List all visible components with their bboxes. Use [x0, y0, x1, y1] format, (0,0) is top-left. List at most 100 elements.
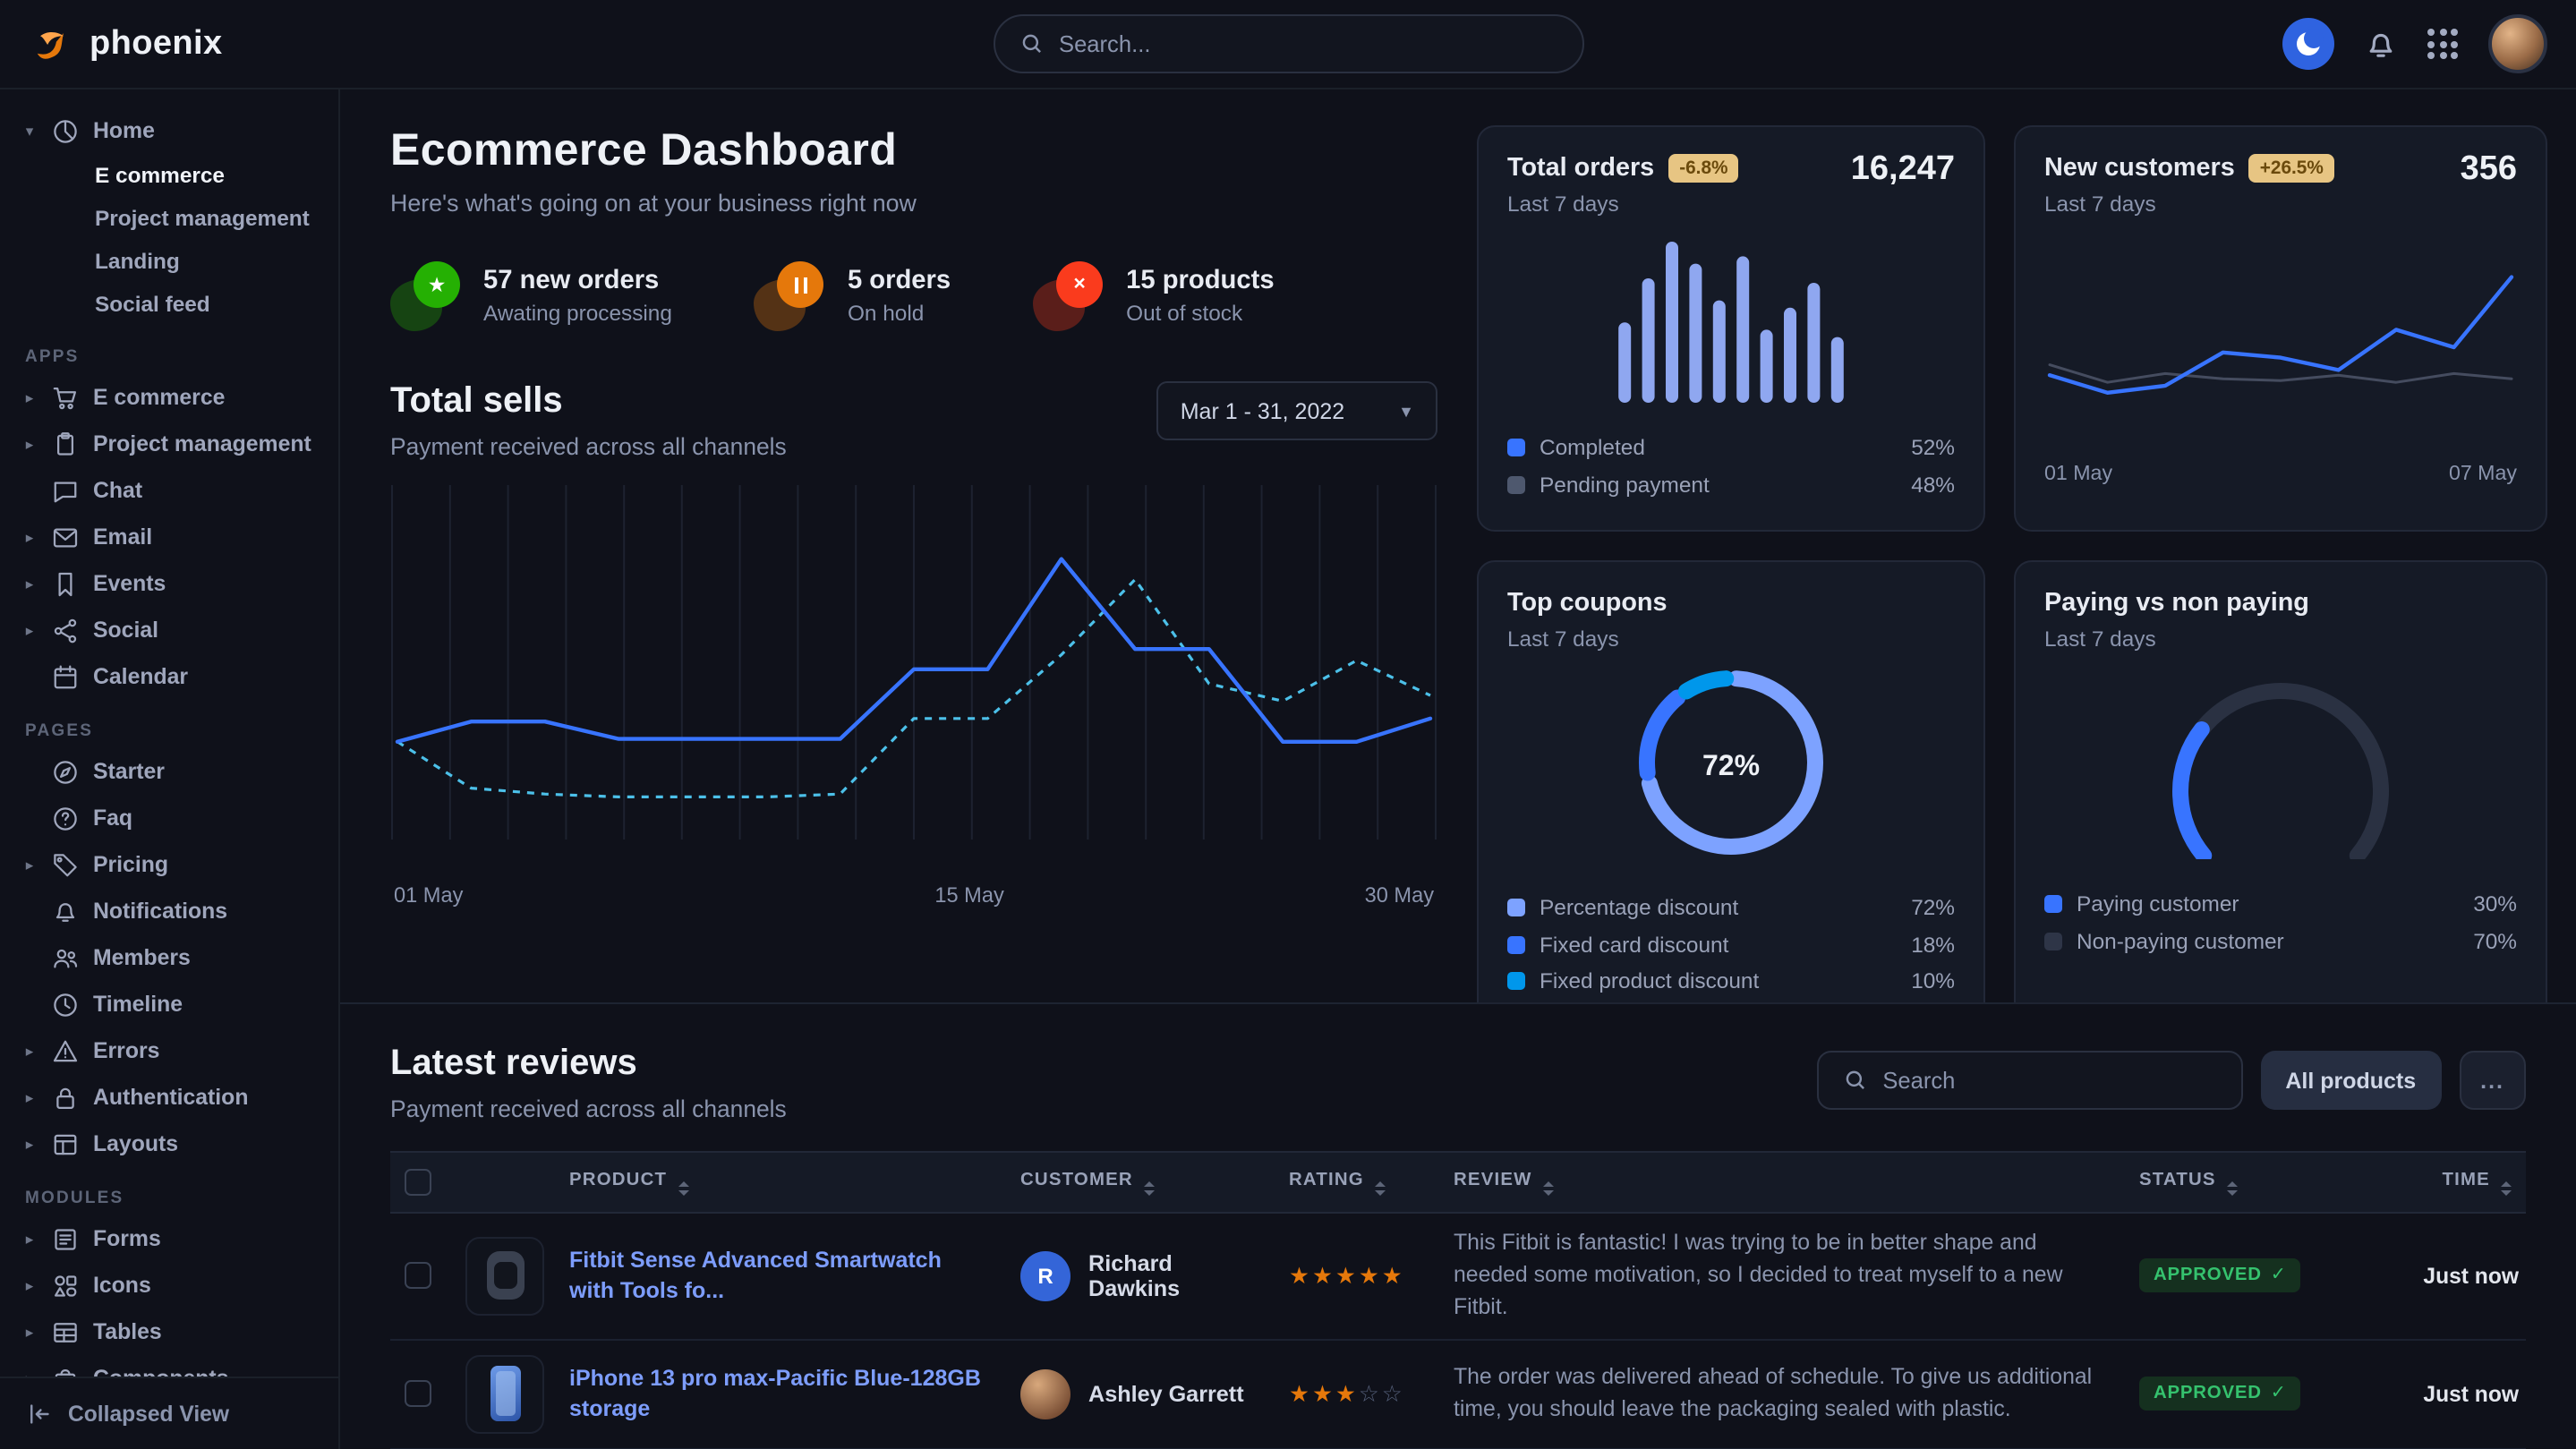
sort-icon: [1375, 1181, 1386, 1195]
x-axis-label: 01 May: [2044, 462, 2112, 485]
card-period: Last 7 days: [2044, 626, 2517, 652]
sidebar-item-authentication[interactable]: ▸Authentication: [21, 1074, 320, 1121]
table-icon: [52, 1318, 79, 1345]
product-link[interactable]: Fitbit Sense Advanced Smartwatch with To…: [569, 1246, 992, 1307]
sidebar-subitem-e-commerce[interactable]: E commerce: [21, 154, 320, 197]
all-products-button[interactable]: All products: [2260, 1051, 2441, 1110]
column-header-review[interactable]: REVIEW: [1439, 1152, 2125, 1213]
paying-gauge-chart: [2128, 652, 2433, 859]
more-options-button[interactable]: ...: [2459, 1051, 2526, 1110]
stat-value: 57 new orders: [483, 266, 672, 294]
sidebar-item-chat[interactable]: Chat: [21, 467, 320, 514]
column-header-status[interactable]: STATUS: [2125, 1152, 2354, 1213]
sidebar-item-faq[interactable]: Faq: [21, 795, 320, 841]
sort-icon: [1144, 1181, 1155, 1195]
column-header-time[interactable]: TIME: [2354, 1152, 2526, 1213]
date-range-select[interactable]: Mar 1 - 31, 2022 ▼: [1157, 381, 1437, 440]
sidebar-item-icons[interactable]: ▸Icons: [21, 1262, 320, 1308]
sidebar-section-apps: APPS: [25, 347, 320, 367]
sidebar-item-members[interactable]: Members: [21, 934, 320, 981]
delta-badge: +26.5%: [2249, 154, 2334, 183]
sidebar-item-label: Tables: [93, 1319, 162, 1344]
reviews-subtitle: Payment received across all channels: [390, 1095, 787, 1122]
paying-card: Paying vs non paying Last 7 days Paying …: [2014, 560, 2547, 1002]
caret-icon: ▸: [21, 574, 38, 593]
sort-icon: [1543, 1181, 1554, 1195]
product-thumbnail[interactable]: [465, 1237, 544, 1316]
select-all-checkbox[interactable]: [405, 1169, 431, 1196]
sidebar-item-email[interactable]: ▸Email: [21, 514, 320, 560]
sidebar-item-timeline[interactable]: Timeline: [21, 981, 320, 1027]
share-icon: [52, 617, 79, 644]
customers-line-chart: [2044, 242, 2517, 442]
sidebar-item-events[interactable]: ▸Events: [21, 560, 320, 607]
reviews-table: PRODUCTCUSTOMERRATINGREVIEWSTATUSTIME Fi…: [390, 1151, 2526, 1449]
sidebar-item-layouts[interactable]: ▸Layouts: [21, 1121, 320, 1167]
product-link[interactable]: iPhone 13 pro max-Pacific Blue-128GB sto…: [569, 1364, 992, 1425]
calendar-icon: [52, 663, 79, 690]
bell-icon: [52, 898, 79, 925]
reviews-search-input[interactable]: [1882, 1067, 2215, 1094]
x-axis-label: 07 May: [2449, 462, 2517, 485]
column-header-product[interactable]: PRODUCT: [555, 1152, 1006, 1213]
x-axis-label: 30 May: [1365, 882, 1434, 908]
collapse-icon: [27, 1402, 52, 1427]
sidebar-item-label: Authentication: [93, 1085, 248, 1110]
rating-stars: ★★★☆☆: [1289, 1380, 1405, 1407]
chevron-down-icon: ▼: [1398, 402, 1414, 420]
user-avatar[interactable]: [2488, 14, 2547, 73]
x-axis-label: 01 May: [394, 882, 463, 908]
sidebar-item-e-commerce[interactable]: ▸E commerce: [21, 374, 320, 421]
stat-value: 5 orders: [848, 266, 951, 294]
sidebar-item-calendar[interactable]: Calendar: [21, 653, 320, 700]
sidebar-item-starter[interactable]: Starter: [21, 748, 320, 795]
alert-icon: [52, 1037, 79, 1064]
row-checkbox[interactable]: [405, 1263, 431, 1290]
app-root: phoenix ▾HomeE com: [0, 0, 2576, 1449]
sidebar-item-label: Calendar: [93, 664, 188, 689]
search-input[interactable]: [1059, 30, 1557, 57]
lock-icon: [52, 1084, 79, 1111]
sidebar-subitem-landing[interactable]: Landing: [21, 240, 320, 283]
reviews-search[interactable]: [1816, 1051, 2242, 1110]
sidebar-item-label: Email: [93, 524, 152, 550]
brand[interactable]: phoenix: [29, 21, 340, 67]
sidebar-item-social[interactable]: ▸Social: [21, 607, 320, 653]
total-sells-title: Total sells: [390, 381, 787, 422]
notifications-bell-icon[interactable]: [2365, 28, 2397, 60]
sidebar-item-forms[interactable]: ▸Forms: [21, 1215, 320, 1262]
legend-row: Completed52%: [1507, 430, 1955, 466]
product-thumbnail[interactable]: [465, 1355, 544, 1434]
sidebar-item-project-management[interactable]: ▸Project management: [21, 421, 320, 467]
legend-value: 30%: [2473, 892, 2517, 917]
column-header-customer[interactable]: CUSTOMER: [1006, 1152, 1275, 1213]
sidebar-submenu: E commerceProject managementLandingSocia…: [21, 154, 320, 326]
caret-icon: ▸: [21, 434, 38, 454]
latest-reviews-section: Latest reviews Payment received across a…: [340, 1002, 2576, 1449]
pie-icon: [52, 117, 79, 144]
sidebar-item-notifications[interactable]: Notifications: [21, 888, 320, 934]
coupons-legend: Percentage discount72%Fixed card discoun…: [1507, 890, 1955, 1000]
theme-toggle-moon-icon[interactable]: [2282, 18, 2334, 70]
sidebar-item-pricing[interactable]: ▸Pricing: [21, 841, 320, 888]
total-sells-subtitle: Payment received across all channels: [390, 433, 787, 460]
collapsed-view-toggle[interactable]: Collapsed View: [0, 1377, 338, 1449]
sidebar-subitem-social-feed[interactable]: Social feed: [21, 283, 320, 326]
form-icon: [52, 1225, 79, 1252]
sidebar-subitem-project-management[interactable]: Project management: [21, 197, 320, 240]
product-image-phone: [490, 1367, 520, 1422]
rating-stars: ★★★★★: [1289, 1262, 1405, 1289]
legend-swatch: [2044, 896, 2062, 914]
legend-value: 72%: [1911, 896, 1955, 921]
new-customers-card: New customers +26.5% Last 7 days 356 01 …: [2014, 125, 2547, 532]
sidebar-item-errors[interactable]: ▸Errors: [21, 1027, 320, 1074]
global-search[interactable]: [993, 14, 1583, 73]
legend-row: Pending payment48%: [1507, 466, 1955, 503]
legend-row: Non-paying customer70%: [2044, 923, 2517, 959]
sidebar-item-tables[interactable]: ▸Tables: [21, 1308, 320, 1355]
row-checkbox[interactable]: [405, 1381, 431, 1408]
column-header-rating[interactable]: RATING: [1275, 1152, 1439, 1213]
apps-grid-icon[interactable]: [2427, 29, 2458, 59]
sidebar-item-home[interactable]: ▾Home: [21, 107, 320, 154]
sidebar: ▾HomeE commerceProject managementLanding…: [0, 89, 340, 1449]
